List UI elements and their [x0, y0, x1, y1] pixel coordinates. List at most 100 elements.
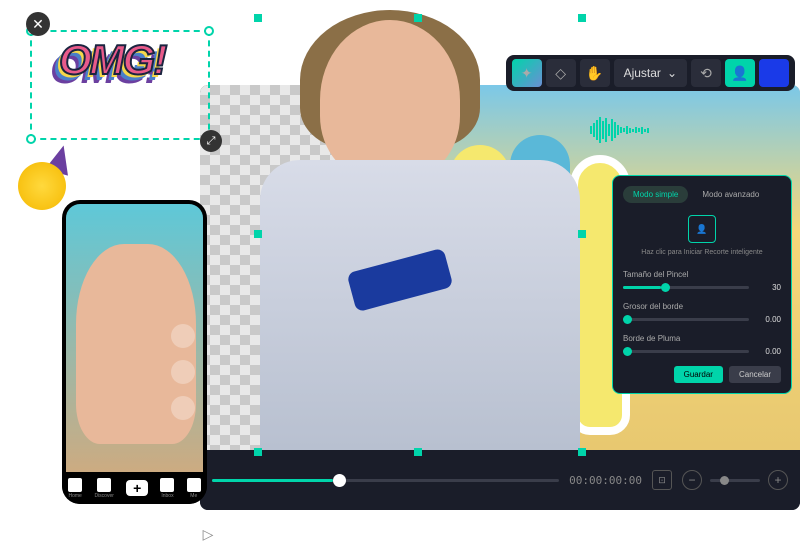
- wave-bar: [617, 125, 619, 135]
- wave-bar: [629, 128, 631, 133]
- wave-bar: [626, 126, 628, 134]
- cutout-hint-text: Haz clic para Iniciar Recorte inteligent…: [641, 249, 762, 256]
- tab-advanced-mode[interactable]: Modo avanzado: [692, 186, 769, 203]
- zoom-slider-thumb[interactable]: [720, 476, 729, 485]
- selection-handle[interactable]: [578, 448, 586, 456]
- wave-bar: [614, 122, 616, 138]
- nav-discover[interactable]: Discover: [94, 478, 113, 499]
- slider-thumb[interactable]: [623, 315, 632, 324]
- selection-handle[interactable]: [414, 14, 422, 22]
- adjust-dropdown[interactable]: Ajustar ⌄: [614, 59, 687, 87]
- feather-label: Borde de Pluma: [623, 334, 781, 343]
- slider-fill: [623, 286, 661, 289]
- wave-bar: [641, 127, 643, 134]
- comment-icon[interactable]: [171, 360, 195, 384]
- adjust-label: Ajustar: [624, 66, 661, 80]
- wave-bar: [611, 119, 613, 141]
- panel-footer: Guardar Cancelar: [623, 366, 781, 383]
- smart-cutout-panel: Modo simple Modo avanzado 👤 Haz clic par…: [612, 175, 792, 394]
- face-region: [320, 20, 460, 180]
- feather-row: Borde de Pluma 0.00: [623, 334, 781, 356]
- eraser-button[interactable]: ◇: [546, 59, 576, 87]
- edge-thickness-value: 0.00: [757, 315, 781, 324]
- wave-bar: [602, 121, 604, 139]
- emoji-face-icon: [18, 162, 66, 210]
- plus-icon: [126, 480, 148, 496]
- fit-screen-button[interactable]: ⊡: [652, 470, 672, 490]
- selection-handle[interactable]: [578, 230, 586, 238]
- refresh-button[interactable]: ⟲: [691, 59, 721, 87]
- nav-home[interactable]: Home: [68, 478, 82, 499]
- zoom-out-button[interactable]: −: [682, 470, 702, 490]
- wave-bar: [623, 128, 625, 132]
- selection-handle[interactable]: [254, 14, 262, 22]
- brush-size-value: 30: [757, 283, 781, 292]
- play-button[interactable]: ▷: [197, 523, 219, 545]
- nav-label: Me: [190, 493, 197, 499]
- nav-create[interactable]: [126, 480, 148, 496]
- wave-bar: [608, 124, 610, 136]
- feather-slider[interactable]: [623, 350, 749, 353]
- nav-me[interactable]: Me: [187, 478, 201, 499]
- edge-thickness-row: Grosor del borde 0.00: [623, 302, 781, 324]
- like-icon[interactable]: [171, 324, 195, 348]
- chevron-down-icon: ⌄: [667, 66, 677, 80]
- party-emoji-sticker[interactable]: [18, 150, 78, 210]
- save-button[interactable]: Guardar: [674, 366, 723, 383]
- nav-inbox[interactable]: Inbox: [160, 478, 174, 499]
- selection-handle[interactable]: [414, 448, 422, 456]
- zoom-slider[interactable]: [710, 479, 760, 482]
- home-icon: [68, 478, 82, 492]
- selection-handle[interactable]: [254, 448, 262, 456]
- zoom-controls: − +: [682, 470, 788, 490]
- phone-side-actions: [171, 324, 195, 420]
- cancel-button[interactable]: Cancelar: [729, 366, 781, 383]
- edge-thickness-slider[interactable]: [623, 318, 749, 321]
- brush-size-slider[interactable]: [623, 286, 749, 289]
- profile-button[interactable]: 👤: [725, 59, 755, 87]
- audio-waveform: [590, 115, 770, 145]
- nav-label: Discover: [94, 493, 113, 499]
- close-sticker-button[interactable]: ✕: [26, 12, 50, 36]
- phone-bottom-nav: Home Discover Inbox Me: [62, 472, 207, 504]
- tab-simple-mode[interactable]: Modo simple: [623, 186, 688, 203]
- selection-handle[interactable]: [204, 26, 214, 36]
- wave-bar: [593, 123, 595, 137]
- wave-bar: [638, 128, 640, 132]
- timeline-track[interactable]: [212, 479, 559, 482]
- hand-tool-button[interactable]: ✋: [580, 59, 610, 87]
- smart-cutout-trigger[interactable]: 👤 Haz clic para Iniciar Recorte intelige…: [623, 215, 781, 256]
- phone-mockup: Home Discover Inbox Me: [62, 200, 207, 504]
- wave-bar: [599, 117, 601, 143]
- selection-handle[interactable]: [26, 134, 36, 144]
- timeline-playhead[interactable]: [333, 474, 346, 487]
- wave-bar: [632, 129, 634, 132]
- phone-screen: [66, 204, 203, 500]
- wave-bar: [605, 118, 607, 142]
- selection-handle[interactable]: [254, 230, 262, 238]
- wave-bar: [635, 127, 637, 133]
- color-picker-button[interactable]: [759, 59, 789, 87]
- slider-thumb[interactable]: [661, 283, 670, 292]
- timeline-progress: [212, 479, 333, 482]
- slider-thumb[interactable]: [623, 347, 632, 356]
- nav-label: Home: [68, 493, 81, 499]
- wave-bar: [644, 129, 646, 132]
- selection-handle[interactable]: [578, 14, 586, 22]
- wave-bar: [596, 120, 598, 140]
- sticker-text-layer: OMG!: [59, 36, 165, 84]
- zoom-in-button[interactable]: +: [768, 470, 788, 490]
- wave-bar: [590, 126, 592, 134]
- magic-wand-button[interactable]: ✦: [512, 59, 542, 87]
- top-toolbar: ✦ ◇ ✋ Ajustar ⌄ ⟲ 👤: [506, 55, 795, 91]
- timeline-bar: 00:00:00:00 ⊡ − +: [200, 450, 800, 510]
- brush-size-row: Tamaño del Pincel 30: [623, 270, 781, 292]
- share-icon[interactable]: [171, 396, 195, 420]
- wave-bar: [647, 128, 649, 133]
- panel-tabs: Modo simple Modo avanzado: [623, 186, 781, 203]
- edge-thickness-label: Grosor del borde: [623, 302, 781, 311]
- person-cutout-icon: 👤: [688, 215, 716, 243]
- inbox-icon: [160, 478, 174, 492]
- resize-sticker-button[interactable]: ⤢: [200, 130, 222, 152]
- wave-bar: [620, 127, 622, 133]
